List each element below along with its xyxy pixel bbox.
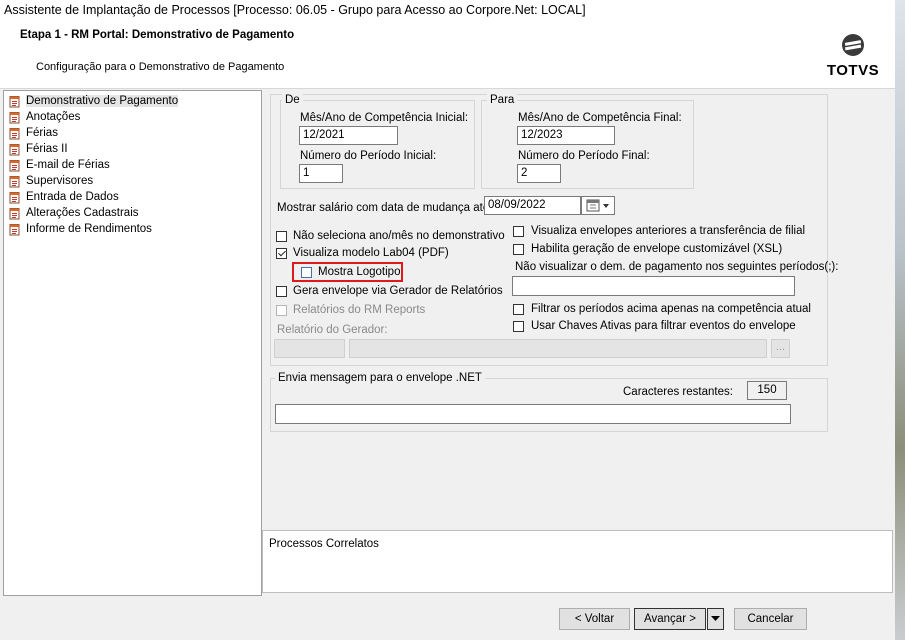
relatorio-gerador-label: Relatório do Gerador: bbox=[277, 324, 388, 336]
habilita-xsl-label: Habilita geração de envelope customizáve… bbox=[531, 243, 783, 255]
visualiza-lab04-checkbox[interactable] bbox=[276, 248, 287, 259]
document-icon bbox=[8, 207, 21, 220]
gera-envelope-checkbox[interactable] bbox=[276, 286, 287, 297]
next-button[interactable]: Avançar > bbox=[634, 608, 706, 630]
tree-item[interactable]: Informe de Rendimentos bbox=[8, 221, 152, 237]
tree-item[interactable]: Entrada de Dados bbox=[8, 189, 119, 205]
background-window-edge bbox=[895, 0, 905, 640]
periodo-inicial-label: Número do Período Inicial: bbox=[300, 150, 437, 162]
chaves-ativas-label: Usar Chaves Ativas para filtrar eventos … bbox=[531, 320, 796, 332]
document-icon bbox=[8, 111, 21, 124]
stage-title: Etapa 1 - RM Portal: Demonstrativo de Pa… bbox=[20, 29, 295, 41]
relatorio-name-input[interactable] bbox=[349, 339, 767, 358]
tree-item-label: Férias II bbox=[26, 143, 68, 155]
periodo-final-input[interactable]: 2 bbox=[517, 164, 561, 183]
periodos-input[interactable] bbox=[512, 276, 795, 296]
wizard-header: Etapa 1 - RM Portal: Demonstrativo de Pa… bbox=[0, 22, 895, 89]
tree-item-label: E-mail de Férias bbox=[26, 159, 110, 171]
tree-item-label: Entrada de Dados bbox=[26, 191, 119, 203]
relatorio-code-input[interactable] bbox=[274, 339, 345, 358]
tree-item[interactable]: E-mail de Férias bbox=[8, 157, 110, 173]
nao-seleciona-checkbox[interactable] bbox=[276, 231, 287, 242]
cancel-button[interactable]: Cancelar bbox=[734, 608, 807, 630]
filtrar-periodos-label: Filtrar os períodos acima apenas na comp… bbox=[531, 303, 811, 315]
visualiza-envelopes-label: Visualiza envelopes anteriores a transfe… bbox=[531, 225, 806, 237]
chaves-ativas-checkbox[interactable] bbox=[513, 321, 524, 332]
tree-item-label: Anotações bbox=[26, 111, 81, 123]
tree-item[interactable]: Anotações bbox=[8, 109, 80, 125]
gera-envelope-label: Gera envelope via Gerador de Relatórios bbox=[293, 285, 503, 297]
comp-final-label: Mês/Ano de Competência Final: bbox=[518, 112, 682, 124]
periodos-label: Não visualizar o dem. de pagamento nos s… bbox=[515, 261, 839, 273]
mostra-logotipo-checkbox[interactable] bbox=[301, 267, 312, 278]
logo-text: TOTVS bbox=[826, 62, 880, 79]
rm-reports-checkbox[interactable] bbox=[276, 305, 287, 316]
comp-final-input[interactable]: 12/2023 bbox=[517, 126, 615, 145]
salary-date-label: Mostrar salário com data de mudança até: bbox=[277, 202, 493, 214]
document-icon bbox=[8, 159, 21, 172]
tree-item-label: Informe de Rendimentos bbox=[26, 223, 152, 235]
remaining-count: 150 bbox=[747, 381, 787, 400]
browse-button[interactable]: ... bbox=[771, 339, 790, 358]
document-icon bbox=[8, 191, 21, 204]
document-icon bbox=[8, 143, 21, 156]
habilita-xsl-checkbox[interactable] bbox=[513, 244, 524, 255]
visualiza-envelopes-checkbox[interactable] bbox=[513, 226, 524, 237]
tree-item-label: Alterações Cadastrais bbox=[26, 207, 139, 219]
totvs-logo: TOTVS bbox=[826, 32, 880, 82]
periodo-inicial-input[interactable]: 1 bbox=[299, 164, 343, 183]
window-titlebar: Assistente de Implantação de Processos [… bbox=[0, 0, 895, 22]
date-picker-button[interactable] bbox=[581, 196, 615, 215]
remaining-label: Caracteres restantes: bbox=[623, 386, 733, 398]
tree-item[interactable]: Supervisores bbox=[8, 173, 93, 189]
tree-item-label: Supervisores bbox=[26, 175, 94, 187]
window-title: Assistente de Implantação de Processos [… bbox=[4, 3, 586, 17]
document-icon bbox=[8, 127, 21, 140]
tree-item[interactable]: Férias bbox=[8, 125, 58, 141]
tree-item-label: Demonstrativo de Pagamento bbox=[26, 95, 179, 107]
navigation-tree[interactable]: Demonstrativo de Pagamento Anotações Féria… bbox=[3, 90, 262, 596]
processos-correlatos-panel: Processos Correlatos bbox=[262, 530, 893, 593]
para-group-label: Para bbox=[487, 94, 518, 106]
mostra-logotipo-label: Mostra Logotipo bbox=[318, 266, 401, 278]
chevron-down-icon bbox=[711, 616, 720, 621]
totvs-logo-icon bbox=[842, 34, 864, 56]
document-icon bbox=[8, 95, 21, 108]
back-button[interactable]: < Voltar bbox=[559, 608, 630, 630]
periodo-final-label: Número do Período Final: bbox=[518, 150, 650, 162]
salary-date-input[interactable]: 08/09/2022 bbox=[484, 196, 581, 215]
calendar-icon bbox=[586, 199, 609, 212]
de-group-label: De bbox=[282, 94, 303, 106]
document-icon bbox=[8, 223, 21, 236]
next-dropdown-button[interactable] bbox=[707, 608, 724, 630]
tree-item[interactable]: Alterações Cadastrais bbox=[8, 205, 139, 221]
message-input[interactable] bbox=[275, 404, 791, 424]
stage-subtitle: Configuração para o Demonstrativo de Pag… bbox=[36, 61, 285, 73]
tree-item-label: Férias bbox=[26, 127, 58, 139]
message-group-label: Envia mensagem para o envelope .NET bbox=[275, 372, 485, 384]
filtrar-periodos-checkbox[interactable] bbox=[513, 304, 524, 315]
comp-inicial-label: Mês/Ano de Competência Inicial: bbox=[300, 112, 469, 124]
document-icon bbox=[8, 175, 21, 188]
comp-inicial-input[interactable]: 12/2021 bbox=[299, 126, 398, 145]
rm-reports-label: Relatórios do RM Reports bbox=[293, 304, 426, 316]
tree-item[interactable]: Férias II bbox=[8, 141, 68, 157]
visualiza-lab04-label: Visualiza modelo Lab04 (PDF) bbox=[293, 247, 449, 259]
nao-seleciona-label: Não seleciona ano/mês no demonstrativo bbox=[293, 230, 505, 242]
processos-correlatos-label: Processos Correlatos bbox=[269, 538, 379, 550]
tree-item[interactable]: Demonstrativo de Pagamento bbox=[8, 93, 179, 109]
